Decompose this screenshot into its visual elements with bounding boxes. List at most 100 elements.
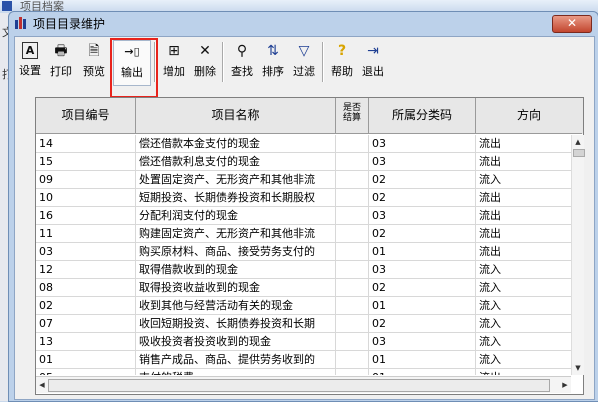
horizontal-scroll-thumb[interactable] (48, 379, 550, 392)
cell-code: 08 (39, 279, 136, 296)
cell-direction: 流入 (479, 297, 571, 314)
cell-direction: 流入 (479, 333, 571, 350)
table-row[interactable]: 10 短期投资、长期债券投资和长期股权 02 流出 (36, 189, 571, 207)
table-header: 项目编号 项目名称 是否 结算 所属分类码 方向 (36, 98, 583, 134)
cell-category: 03 (372, 153, 476, 170)
close-icon: ✕ (566, 16, 578, 30)
cell-name: 销售产成品、商品、提供劳务收到的 (139, 351, 336, 368)
cell-category: 01 (372, 369, 476, 375)
table-row[interactable]: 15 偿还借款利息支付的现金 03 流出 (36, 153, 571, 171)
settings-button[interactable]: A 设置 (17, 40, 43, 84)
cell-code: 14 (39, 135, 136, 152)
table-row[interactable]: 08 取得投资收益收到的现金 02 流入 (36, 279, 571, 297)
table-row[interactable]: 03 购买原材料、商品、接受劳务支付的 01 流出 (36, 243, 571, 261)
window-client-area: A 设置 🖶 打印 🗎 预览 →▯ 输出 ⊞ 增加 ✕ 删除 ⚲ 查找 ⇅ 排序… (14, 36, 595, 400)
table-row[interactable]: 11 购建固定资产、无形资产和其他非流 02 流出 (36, 225, 571, 243)
cell-name: 购买原材料、商品、接受劳务支付的 (139, 243, 336, 260)
cell-name: 取得投资收益收到的现金 (139, 279, 336, 296)
sort-icon: ⇅ (267, 43, 279, 59)
cell-settled (339, 333, 369, 350)
printer-icon: 🖶 (54, 43, 68, 59)
filter-button[interactable]: ▽ 过滤 (290, 40, 318, 84)
cell-direction: 流出 (479, 369, 571, 375)
column-header-direction[interactable]: 方向 (476, 98, 582, 134)
cell-category: 02 (372, 225, 476, 242)
cell-settled (339, 135, 369, 152)
preview-button[interactable]: 🗎 预览 (79, 40, 109, 84)
table-row[interactable]: 01 销售产成品、商品、提供劳务收到的 01 流入 (36, 351, 571, 369)
cell-settled (339, 261, 369, 278)
cell-settled (339, 297, 369, 314)
toolbar-separator (222, 42, 224, 82)
table-row[interactable]: 12 取得借款收到的现金 03 流入 (36, 261, 571, 279)
scroll-right-icon[interactable]: ▶ (559, 379, 571, 391)
cell-direction: 流出 (479, 135, 571, 152)
cell-code: 13 (39, 333, 136, 350)
cell-category: 02 (372, 171, 476, 188)
vertical-scrollbar[interactable]: ▲ ▼ (571, 135, 585, 375)
scroll-left-icon[interactable]: ◀ (36, 379, 48, 391)
column-header-name[interactable]: 项目名称 (136, 98, 336, 134)
column-header-code[interactable]: 项目编号 (36, 98, 136, 134)
table-row[interactable]: 05支付的税费 01流出 (36, 369, 571, 375)
vertical-scroll-thumb[interactable] (573, 149, 585, 157)
toolbar-separator (154, 42, 156, 82)
delete-button[interactable]: ✕ 删除 (191, 40, 219, 84)
cell-settled (339, 351, 369, 368)
exit-button[interactable]: ⇥ 退出 (359, 40, 387, 84)
cell-name: 吸收投资者投资收到的现金 (139, 333, 336, 350)
cell-code: 01 (39, 351, 136, 368)
sort-button[interactable]: ⇅ 排序 (259, 40, 287, 84)
scroll-down-icon[interactable]: ▼ (573, 362, 583, 374)
table-row[interactable]: 13 吸收投资者投资收到的现金 03 流入 (36, 333, 571, 351)
table-row[interactable]: 07 收回短期投资、长期债券投资和长期 02 流入 (36, 315, 571, 333)
cell-code: 11 (39, 225, 136, 242)
cell-direction: 流出 (479, 153, 571, 170)
add-icon: ⊞ (168, 43, 180, 59)
cell-direction: 流出 (479, 243, 571, 260)
help-icon: ? (337, 43, 347, 59)
cell-name: 收到其他与经营活动有关的现金 (139, 297, 336, 314)
cell-code: 16 (39, 207, 136, 224)
app-icon (2, 1, 12, 11)
binoculars-icon: ⚲ (236, 43, 248, 59)
column-header-settled[interactable]: 是否 结算 (336, 98, 369, 134)
horizontal-scrollbar[interactable]: ◀ ▶ (36, 376, 571, 393)
close-button[interactable]: ✕ (552, 15, 592, 33)
toolbar: A 设置 🖶 打印 🗎 预览 →▯ 输出 ⊞ 增加 ✕ 删除 ⚲ 查找 ⇅ 排序… (15, 37, 594, 98)
table-row[interactable]: 09 处置固定资产、无形资产和其他非流 02 流入 (36, 171, 571, 189)
cell-name: 支付的税费 (139, 369, 336, 375)
cell-direction: 流出 (479, 207, 571, 224)
window-titlebar[interactable]: 项目目录维护 ✕ (9, 12, 598, 34)
cell-category: 01 (372, 297, 476, 314)
table-row[interactable]: 14 偿还借款本金支付的现金 03 流出 (36, 135, 571, 153)
cell-category: 03 (372, 207, 476, 224)
cell-direction: 流入 (479, 279, 571, 296)
cell-direction: 流出 (479, 225, 571, 242)
export-highlight-box (110, 38, 158, 98)
print-button[interactable]: 🖶 打印 (46, 40, 76, 84)
table-row[interactable]: 16 分配利润支付的现金 03 流出 (36, 207, 571, 225)
cell-code: 12 (39, 261, 136, 278)
cell-code: 07 (39, 315, 136, 332)
help-button[interactable]: ? 帮助 (328, 40, 356, 84)
table-body: 14 偿还借款本金支付的现金 03 流出 15 偿还借款利息支付的现金 03 流出 09 处置固定… (36, 135, 571, 375)
scroll-up-icon[interactable]: ▲ (573, 136, 583, 148)
window-icon (15, 16, 29, 29)
project-table: 项目编号 项目名称 是否 结算 所属分类码 方向 14 偿还借款本金支付的现金 03… (35, 97, 585, 395)
cell-name: 取得借款收到的现金 (139, 261, 336, 278)
cell-settled (339, 207, 369, 224)
cell-direction: 流出 (479, 189, 571, 206)
project-catalog-window: 项目目录维护 ✕ A 设置 🖶 打印 🗎 预览 →▯ 输出 ⊞ 增加 ✕ 删除 … (8, 11, 598, 402)
cell-settled (339, 189, 369, 206)
cell-name: 购建固定资产、无形资产和其他非流 (139, 225, 336, 242)
preview-icon: 🗎 (88, 43, 100, 59)
cell-category: 03 (372, 261, 476, 278)
find-button[interactable]: ⚲ 查找 (228, 40, 256, 84)
cell-code: 10 (39, 189, 136, 206)
add-button[interactable]: ⊞ 增加 (160, 40, 188, 84)
cell-settled (339, 243, 369, 260)
cell-category: 03 (372, 135, 476, 152)
column-header-category[interactable]: 所属分类码 (369, 98, 476, 134)
table-row[interactable]: 02 收到其他与经营活动有关的现金 01 流入 (36, 297, 571, 315)
